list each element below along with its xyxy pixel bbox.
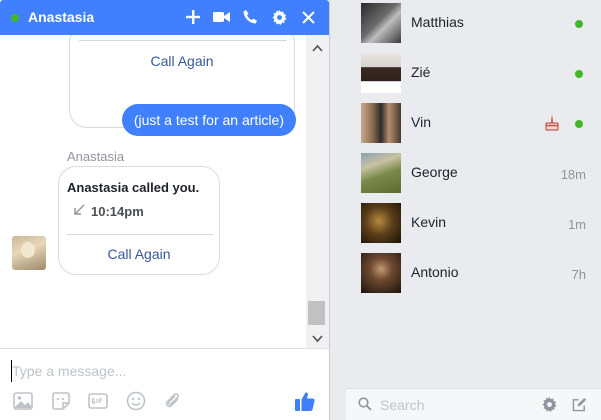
contact-item-zie[interactable]: Zié <box>346 50 601 100</box>
new-message-compose-icon[interactable] <box>572 397 587 415</box>
avatar <box>361 53 401 93</box>
contact-item-george[interactable]: George 18m <box>346 150 601 200</box>
scrollbar[interactable] <box>306 35 329 348</box>
sidebar-gap <box>330 0 346 420</box>
call-again-link[interactable]: Call Again <box>70 53 294 69</box>
missed-call-card: Anastasia called you. 10:14pm Call Again <box>58 166 220 275</box>
avatar <box>361 253 401 293</box>
scroll-down-arrow-icon[interactable] <box>312 331 323 346</box>
sidebar-search-bar <box>346 388 601 420</box>
contact-item-antonio[interactable]: Antonio 7h <box>346 250 601 300</box>
avatar <box>361 103 401 143</box>
sidebar-settings-gear-icon[interactable] <box>542 397 557 415</box>
online-status-dot <box>11 14 19 22</box>
last-seen-time: 7h <box>571 267 586 282</box>
online-status-dot <box>575 120 583 128</box>
avatar <box>361 203 401 243</box>
attachment-icon[interactable] <box>162 390 184 412</box>
outgoing-message-bubble: (just a test for an article) <box>121 104 296 136</box>
chat-window: Anastasia Call Again (just a test for an… <box>0 0 330 420</box>
chat-title[interactable]: Anastasia <box>28 9 94 25</box>
online-status-dot <box>575 20 583 28</box>
call-again-link[interactable]: Call Again <box>59 246 219 262</box>
contact-name: Vin <box>411 114 431 130</box>
photo-icon[interactable] <box>12 390 34 412</box>
add-person-icon[interactable] <box>184 8 202 26</box>
search-icon <box>358 397 372 414</box>
incoming-call-arrow-icon <box>73 204 85 219</box>
avatar <box>361 153 401 193</box>
sticker-icon[interactable] <box>50 390 72 412</box>
search-input[interactable] <box>380 395 530 415</box>
contact-item-vin[interactable]: Vin <box>346 100 601 150</box>
scrollbar-thumb[interactable] <box>308 301 325 325</box>
emoji-icon[interactable] <box>125 390 147 412</box>
birthday-cake-icon <box>543 114 561 135</box>
contact-name: George <box>411 164 458 180</box>
sender-name: Anastasia <box>67 149 125 164</box>
online-status-dot <box>575 70 583 78</box>
contact-name: Matthias <box>411 14 464 30</box>
divider <box>67 234 213 235</box>
gif-icon[interactable] <box>87 390 109 412</box>
contact-list: Matthias Zié Vin George 18m Kevin 1m Ant… <box>346 0 601 388</box>
call-time: 10:14pm <box>91 204 144 219</box>
close-icon[interactable] <box>299 8 317 26</box>
contact-name: Zié <box>411 64 431 80</box>
avatar <box>361 3 401 43</box>
contact-item-kevin[interactable]: Kevin 1m <box>346 200 601 250</box>
call-title: Anastasia called you. <box>67 180 200 195</box>
contact-name: Kevin <box>411 214 447 230</box>
phone-icon[interactable] <box>241 8 259 26</box>
scroll-up-arrow-icon[interactable] <box>312 40 323 55</box>
message-input[interactable] <box>11 360 301 382</box>
last-seen-time: 1m <box>567 217 586 232</box>
chat-header[interactable]: Anastasia <box>0 0 329 35</box>
contact-name: Antonio <box>411 264 459 280</box>
last-seen-time: 18m <box>560 167 586 182</box>
video-call-icon[interactable] <box>212 8 230 26</box>
message-composer <box>0 348 329 420</box>
like-icon[interactable] <box>294 390 316 412</box>
gear-icon[interactable] <box>270 8 288 26</box>
divider <box>79 40 287 41</box>
contact-item-matthias[interactable]: Matthias <box>346 0 601 50</box>
message-list: Call Again (just a test for an article) … <box>0 35 329 348</box>
sender-avatar[interactable] <box>12 236 46 270</box>
